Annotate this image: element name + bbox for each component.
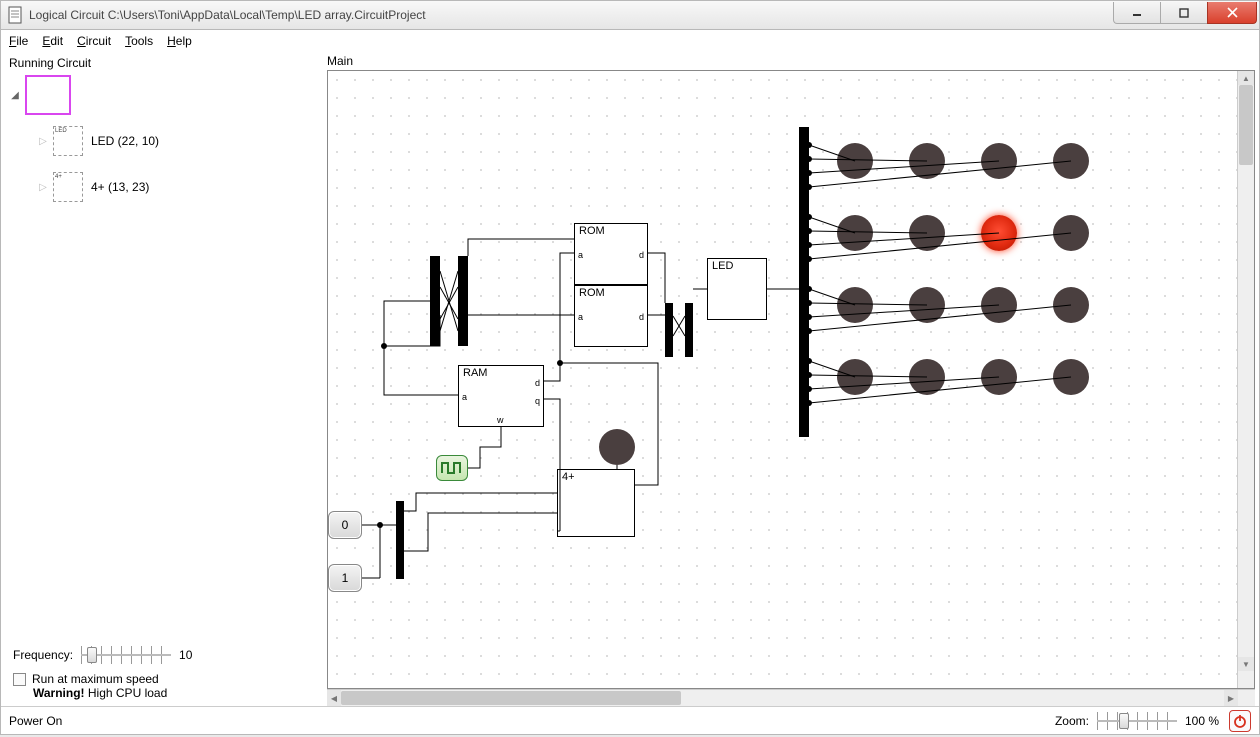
output-bus[interactable]	[799, 127, 809, 437]
frequency-label: Frequency:	[13, 648, 73, 662]
menu-edit[interactable]: Edit	[42, 34, 63, 48]
scrollbar-thumb[interactable]	[1239, 85, 1253, 165]
component-led[interactable]: LED	[707, 258, 767, 320]
led-indicator[interactable]	[909, 287, 945, 323]
led-indicator[interactable]	[1053, 287, 1089, 323]
title-bar: Logical Circuit C:\Users\Toni\AppData\Lo…	[0, 0, 1260, 30]
led-indicator[interactable]	[599, 429, 635, 465]
slider-thumb[interactable]	[87, 647, 97, 663]
led-indicator[interactable]	[837, 143, 873, 179]
led-indicator[interactable]	[1053, 359, 1089, 395]
bus[interactable]	[458, 256, 468, 346]
menu-tools[interactable]: Tools	[125, 34, 153, 48]
tree-item-4plus[interactable]: ▷ 4+ 4+ (13, 23)	[9, 164, 313, 210]
led-indicator[interactable]	[981, 143, 1017, 179]
led-indicator[interactable]	[909, 143, 945, 179]
zoom-slider[interactable]	[1097, 712, 1177, 730]
scroll-down-icon[interactable]: ▼	[1238, 657, 1254, 671]
tree-item-root[interactable]: ◢	[9, 72, 313, 118]
power-icon	[1233, 714, 1247, 728]
wiring-overlay	[328, 71, 1228, 631]
sidebar-title: Running Circuit	[9, 56, 313, 70]
horizontal-scrollbar[interactable]: ◀ ▶	[327, 690, 1238, 706]
bus[interactable]	[685, 303, 693, 357]
input-button-0[interactable]: 0	[328, 511, 362, 539]
max-speed-checkbox[interactable]	[13, 673, 26, 686]
cpu-warning: Warning! High CPU load	[13, 686, 309, 700]
frequency-slider[interactable]	[81, 646, 171, 664]
menu-circuit[interactable]: Circuit	[77, 34, 111, 48]
close-button[interactable]	[1207, 2, 1257, 24]
component-rom2[interactable]: ROM a d	[574, 285, 648, 347]
led-indicator[interactable]	[837, 359, 873, 395]
led-indicator[interactable]	[909, 215, 945, 251]
input-button-1[interactable]: 1	[328, 564, 362, 592]
expand-icon[interactable]: ◢	[9, 89, 21, 101]
vertical-scrollbar[interactable]: ▲ ▼	[1237, 71, 1254, 688]
led-indicator-on[interactable]	[981, 215, 1017, 251]
maximize-button[interactable]	[1160, 2, 1208, 24]
zoom-label: Zoom:	[1055, 714, 1089, 728]
menu-bar: File Edit Circuit Tools Help	[1, 30, 1259, 52]
window-controls	[1114, 2, 1257, 24]
canvas-title: Main	[327, 54, 1255, 68]
component-rom1[interactable]: ROM a d	[574, 223, 648, 285]
window-title: Logical Circuit C:\Users\Toni\AppData\Lo…	[29, 8, 1114, 22]
zoom-value: 100 %	[1185, 714, 1219, 728]
bus[interactable]	[665, 303, 673, 357]
thumbnail-4plus: 4+	[53, 172, 83, 202]
scroll-up-icon[interactable]: ▲	[1238, 71, 1254, 85]
tree-item-label: LED (22, 10)	[91, 134, 159, 148]
component-4plus[interactable]: 4+	[557, 469, 635, 537]
component-ram[interactable]: RAM a d q w	[458, 365, 544, 427]
led-indicator[interactable]	[981, 359, 1017, 395]
scroll-right-icon[interactable]: ▶	[1224, 690, 1238, 706]
led-indicator[interactable]	[1053, 143, 1089, 179]
tree-item-led[interactable]: ▷ LED LED (22, 10)	[9, 118, 313, 164]
thumbnail-main	[25, 75, 71, 115]
thumbnail-led: LED	[53, 126, 83, 156]
sidebar-footer: Frequency: 10 Run at maximum speed Warni…	[9, 640, 313, 706]
expand-icon[interactable]: ▷	[37, 135, 49, 147]
tree-item-label: 4+ (13, 23)	[91, 180, 149, 194]
scroll-left-icon[interactable]: ◀	[327, 690, 341, 706]
minimize-button[interactable]	[1113, 2, 1161, 24]
scrollbar-corner	[1238, 690, 1255, 706]
circuit-canvas[interactable]: ROM a d ROM a d LED	[328, 71, 1237, 688]
led-indicator[interactable]	[837, 215, 873, 251]
app-icon	[7, 5, 23, 25]
led-indicator[interactable]	[1053, 215, 1089, 251]
led-indicator[interactable]	[837, 287, 873, 323]
component-clock[interactable]	[436, 455, 468, 481]
power-status: Power On	[9, 714, 1055, 728]
bus[interactable]	[396, 501, 404, 579]
max-speed-label: Run at maximum speed	[32, 672, 159, 686]
menu-file[interactable]: File	[9, 34, 28, 48]
bus[interactable]	[430, 256, 440, 346]
sidebar: Running Circuit ◢ ▷ LED LED (22, 10) ▷ 4…	[1, 52, 321, 706]
led-indicator[interactable]	[981, 287, 1017, 323]
status-bar: Power On Zoom: 100 %	[1, 706, 1259, 734]
led-indicator[interactable]	[909, 359, 945, 395]
slider-thumb[interactable]	[1119, 713, 1129, 729]
scrollbar-thumb[interactable]	[341, 691, 681, 705]
circuit-tree: ◢ ▷ LED LED (22, 10) ▷ 4+ 4+ (13, 23)	[9, 72, 313, 640]
canvas-viewport: ROM a d ROM a d LED	[327, 70, 1255, 689]
menu-help[interactable]: Help	[167, 34, 192, 48]
power-button[interactable]	[1229, 710, 1251, 732]
frequency-value: 10	[179, 648, 192, 662]
expand-icon[interactable]: ▷	[37, 181, 49, 193]
